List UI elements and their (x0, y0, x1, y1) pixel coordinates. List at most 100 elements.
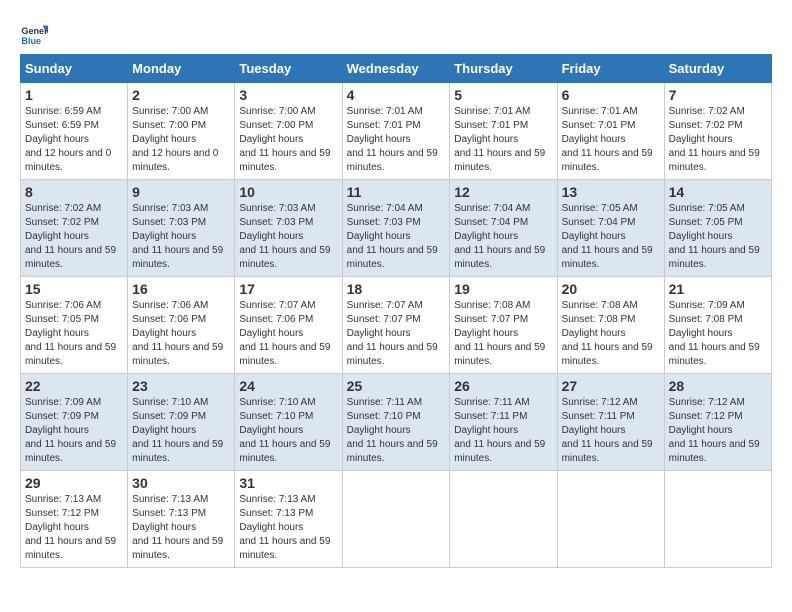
day-info: Sunrise: 7:00 AM Sunset: 7:00 PM Dayligh… (239, 105, 337, 175)
calendar-cell: 4 Sunrise: 7:01 AM Sunset: 7:01 PM Dayli… (342, 83, 450, 180)
weekday-header-thursday: Thursday (450, 55, 557, 83)
day-number: 23 (132, 378, 230, 394)
day-info: Sunrise: 7:01 AM Sunset: 7:01 PM Dayligh… (562, 105, 660, 175)
calendar-week-2: 8 Sunrise: 7:02 AM Sunset: 7:02 PM Dayli… (21, 180, 772, 277)
calendar-cell: 10 Sunrise: 7:03 AM Sunset: 7:03 PM Dayl… (235, 180, 342, 277)
calendar-cell: 12 Sunrise: 7:04 AM Sunset: 7:04 PM Dayl… (450, 180, 557, 277)
day-number: 16 (132, 281, 230, 297)
day-info: Sunrise: 7:06 AM Sunset: 7:05 PM Dayligh… (25, 299, 123, 369)
calendar-cell: 30 Sunrise: 7:13 AM Sunset: 7:13 PM Dayl… (128, 471, 235, 568)
weekday-header-saturday: Saturday (664, 55, 771, 83)
day-info: Sunrise: 6:59 AM Sunset: 6:59 PM Dayligh… (25, 105, 123, 175)
day-number: 14 (669, 184, 767, 200)
day-number: 17 (239, 281, 337, 297)
day-info: Sunrise: 7:00 AM Sunset: 7:00 PM Dayligh… (132, 105, 230, 175)
day-info: Sunrise: 7:05 AM Sunset: 7:04 PM Dayligh… (562, 202, 660, 272)
day-info: Sunrise: 7:12 AM Sunset: 7:12 PM Dayligh… (669, 396, 767, 466)
day-info: Sunrise: 7:13 AM Sunset: 7:12 PM Dayligh… (25, 493, 123, 563)
calendar-cell: 14 Sunrise: 7:05 AM Sunset: 7:05 PM Dayl… (664, 180, 771, 277)
day-info: Sunrise: 7:09 AM Sunset: 7:08 PM Dayligh… (669, 299, 767, 369)
calendar-cell: 22 Sunrise: 7:09 AM Sunset: 7:09 PM Dayl… (21, 374, 128, 471)
day-number: 21 (669, 281, 767, 297)
svg-text:Blue: Blue (21, 36, 41, 46)
calendar-cell: 28 Sunrise: 7:12 AM Sunset: 7:12 PM Dayl… (664, 374, 771, 471)
day-number: 3 (239, 87, 337, 103)
day-number: 25 (347, 378, 446, 394)
day-info: Sunrise: 7:06 AM Sunset: 7:06 PM Dayligh… (132, 299, 230, 369)
calendar-cell (450, 471, 557, 568)
day-info: Sunrise: 7:07 AM Sunset: 7:07 PM Dayligh… (347, 299, 446, 369)
calendar-week-4: 22 Sunrise: 7:09 AM Sunset: 7:09 PM Dayl… (21, 374, 772, 471)
calendar-cell: 29 Sunrise: 7:13 AM Sunset: 7:12 PM Dayl… (21, 471, 128, 568)
day-info: Sunrise: 7:12 AM Sunset: 7:11 PM Dayligh… (562, 396, 660, 466)
calendar-cell (664, 471, 771, 568)
day-info: Sunrise: 7:10 AM Sunset: 7:09 PM Dayligh… (132, 396, 230, 466)
day-number: 6 (562, 87, 660, 103)
weekday-header-sunday: Sunday (21, 55, 128, 83)
page-header: General Blue (20, 20, 772, 48)
calendar-cell (557, 471, 664, 568)
calendar-cell: 26 Sunrise: 7:11 AM Sunset: 7:11 PM Dayl… (450, 374, 557, 471)
day-number: 18 (347, 281, 446, 297)
weekday-header-wednesday: Wednesday (342, 55, 450, 83)
calendar-cell: 8 Sunrise: 7:02 AM Sunset: 7:02 PM Dayli… (21, 180, 128, 277)
calendar-cell: 31 Sunrise: 7:13 AM Sunset: 7:13 PM Dayl… (235, 471, 342, 568)
day-number: 19 (454, 281, 552, 297)
day-number: 31 (239, 475, 337, 491)
day-info: Sunrise: 7:11 AM Sunset: 7:11 PM Dayligh… (454, 396, 552, 466)
calendar-week-5: 29 Sunrise: 7:13 AM Sunset: 7:12 PM Dayl… (21, 471, 772, 568)
day-number: 7 (669, 87, 767, 103)
calendar-table: SundayMondayTuesdayWednesdayThursdayFrid… (20, 54, 772, 568)
calendar-cell: 27 Sunrise: 7:12 AM Sunset: 7:11 PM Dayl… (557, 374, 664, 471)
day-number: 4 (347, 87, 446, 103)
calendar-cell: 17 Sunrise: 7:07 AM Sunset: 7:06 PM Dayl… (235, 277, 342, 374)
calendar-cell: 25 Sunrise: 7:11 AM Sunset: 7:10 PM Dayl… (342, 374, 450, 471)
calendar-cell: 11 Sunrise: 7:04 AM Sunset: 7:03 PM Dayl… (342, 180, 450, 277)
day-info: Sunrise: 7:08 AM Sunset: 7:08 PM Dayligh… (562, 299, 660, 369)
calendar-cell: 15 Sunrise: 7:06 AM Sunset: 7:05 PM Dayl… (21, 277, 128, 374)
day-number: 15 (25, 281, 123, 297)
calendar-cell: 24 Sunrise: 7:10 AM Sunset: 7:10 PM Dayl… (235, 374, 342, 471)
day-number: 5 (454, 87, 552, 103)
calendar-cell: 23 Sunrise: 7:10 AM Sunset: 7:09 PM Dayl… (128, 374, 235, 471)
calendar-cell: 18 Sunrise: 7:07 AM Sunset: 7:07 PM Dayl… (342, 277, 450, 374)
day-number: 11 (347, 184, 446, 200)
calendar-cell: 19 Sunrise: 7:08 AM Sunset: 7:07 PM Dayl… (450, 277, 557, 374)
day-info: Sunrise: 7:03 AM Sunset: 7:03 PM Dayligh… (239, 202, 337, 272)
day-number: 1 (25, 87, 123, 103)
day-info: Sunrise: 7:04 AM Sunset: 7:03 PM Dayligh… (347, 202, 446, 272)
day-number: 13 (562, 184, 660, 200)
day-info: Sunrise: 7:07 AM Sunset: 7:06 PM Dayligh… (239, 299, 337, 369)
day-info: Sunrise: 7:13 AM Sunset: 7:13 PM Dayligh… (132, 493, 230, 563)
calendar-cell: 20 Sunrise: 7:08 AM Sunset: 7:08 PM Dayl… (557, 277, 664, 374)
calendar-cell: 13 Sunrise: 7:05 AM Sunset: 7:04 PM Dayl… (557, 180, 664, 277)
day-info: Sunrise: 7:01 AM Sunset: 7:01 PM Dayligh… (347, 105, 446, 175)
calendar-cell: 9 Sunrise: 7:03 AM Sunset: 7:03 PM Dayli… (128, 180, 235, 277)
logo-icon: General Blue (20, 20, 48, 48)
weekday-header-tuesday: Tuesday (235, 55, 342, 83)
calendar-cell: 21 Sunrise: 7:09 AM Sunset: 7:08 PM Dayl… (664, 277, 771, 374)
day-number: 28 (669, 378, 767, 394)
day-number: 2 (132, 87, 230, 103)
weekday-header-monday: Monday (128, 55, 235, 83)
weekday-header-row: SundayMondayTuesdayWednesdayThursdayFrid… (21, 55, 772, 83)
day-number: 12 (454, 184, 552, 200)
day-info: Sunrise: 7:10 AM Sunset: 7:10 PM Dayligh… (239, 396, 337, 466)
day-info: Sunrise: 7:02 AM Sunset: 7:02 PM Dayligh… (669, 105, 767, 175)
day-info: Sunrise: 7:08 AM Sunset: 7:07 PM Dayligh… (454, 299, 552, 369)
weekday-header-friday: Friday (557, 55, 664, 83)
day-number: 22 (25, 378, 123, 394)
day-info: Sunrise: 7:01 AM Sunset: 7:01 PM Dayligh… (454, 105, 552, 175)
day-number: 27 (562, 378, 660, 394)
day-number: 29 (25, 475, 123, 491)
calendar-cell: 16 Sunrise: 7:06 AM Sunset: 7:06 PM Dayl… (128, 277, 235, 374)
calendar-cell: 2 Sunrise: 7:00 AM Sunset: 7:00 PM Dayli… (128, 83, 235, 180)
day-info: Sunrise: 7:03 AM Sunset: 7:03 PM Dayligh… (132, 202, 230, 272)
day-info: Sunrise: 7:04 AM Sunset: 7:04 PM Dayligh… (454, 202, 552, 272)
day-info: Sunrise: 7:09 AM Sunset: 7:09 PM Dayligh… (25, 396, 123, 466)
calendar-cell: 3 Sunrise: 7:00 AM Sunset: 7:00 PM Dayli… (235, 83, 342, 180)
day-number: 26 (454, 378, 552, 394)
calendar-cell: 1 Sunrise: 6:59 AM Sunset: 6:59 PM Dayli… (21, 83, 128, 180)
day-number: 20 (562, 281, 660, 297)
calendar-week-3: 15 Sunrise: 7:06 AM Sunset: 7:05 PM Dayl… (21, 277, 772, 374)
